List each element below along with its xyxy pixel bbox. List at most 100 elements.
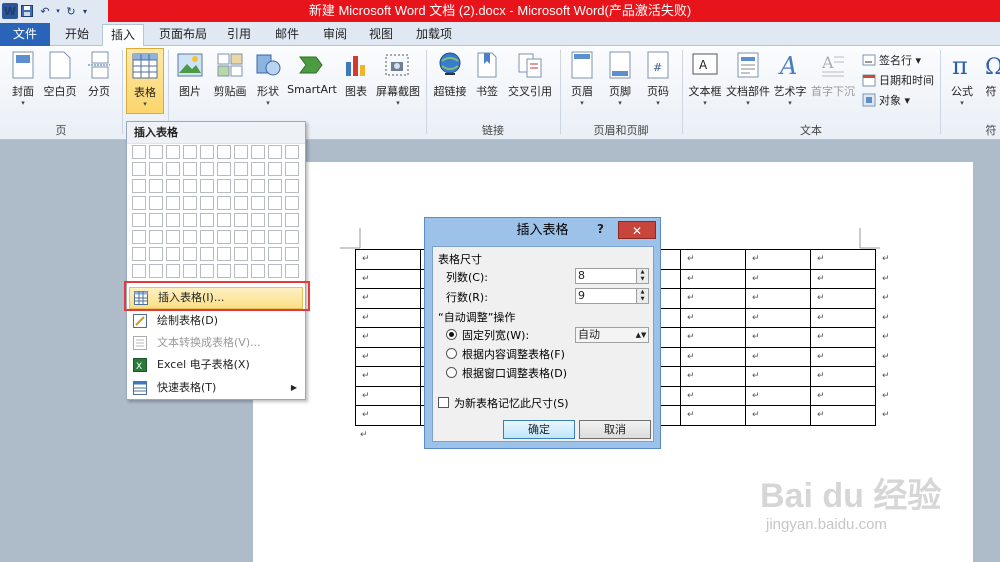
grid-cell[interactable]: [200, 230, 214, 244]
wordart-button[interactable]: A 艺术字 ▾: [772, 50, 808, 107]
symbol-button[interactable]: Ω 符: [982, 50, 1000, 99]
grid-cell[interactable]: [268, 213, 282, 227]
table-cell[interactable]: ↵: [745, 405, 811, 426]
undo-dropdown-icon[interactable]: ▾: [54, 2, 62, 20]
grid-cell[interactable]: [166, 162, 180, 176]
grid-cell[interactable]: [132, 213, 146, 227]
table-cell[interactable]: ↵: [810, 366, 876, 387]
grid-cell[interactable]: [149, 196, 163, 210]
grid-cell[interactable]: [234, 145, 248, 159]
grid-cell[interactable]: [183, 179, 197, 193]
grid-cell[interactable]: [166, 213, 180, 227]
table-cell[interactable]: ↵: [745, 366, 811, 387]
grid-cell[interactable]: [217, 179, 231, 193]
spin-arrows-icon[interactable]: ▲▼: [636, 269, 648, 283]
table-cell[interactable]: ↵: [680, 307, 746, 328]
grid-cell[interactable]: [217, 247, 231, 261]
clipart-button[interactable]: 剪贴画: [210, 50, 250, 99]
grid-cell[interactable]: [234, 247, 248, 261]
page-break-button[interactable]: 分页: [82, 50, 116, 99]
ok-button[interactable]: 确定: [503, 420, 575, 439]
help-icon[interactable]: ?: [597, 222, 604, 236]
table-cell[interactable]: ↵: [810, 327, 876, 348]
grid-cell[interactable]: [166, 247, 180, 261]
table-cell[interactable]: ↵: [810, 288, 876, 309]
grid-cell[interactable]: [149, 162, 163, 176]
grid-cell[interactable]: [183, 162, 197, 176]
grid-cell[interactable]: [149, 145, 163, 159]
grid-cell[interactable]: [217, 196, 231, 210]
table-cell[interactable]: ↵: [810, 268, 876, 289]
grid-cell[interactable]: [132, 145, 146, 159]
grid-cell[interactable]: [251, 213, 265, 227]
grid-cell[interactable]: [132, 230, 146, 244]
screenshot-button[interactable]: 屏幕截图 ▾: [374, 50, 422, 107]
tab-page-layout[interactable]: 页面布局: [150, 24, 216, 46]
tab-review[interactable]: 审阅: [314, 24, 356, 46]
grid-cell[interactable]: [234, 162, 248, 176]
tab-addins[interactable]: 加载项: [408, 24, 460, 46]
footer-button[interactable]: 页脚 ▾: [604, 50, 636, 107]
tab-references[interactable]: 引用: [218, 24, 260, 46]
equation-button[interactable]: π 公式 ▾: [946, 50, 978, 107]
grid-cell[interactable]: [251, 196, 265, 210]
bookmark-button[interactable]: 书签: [472, 50, 502, 99]
grid-cell[interactable]: [166, 230, 180, 244]
grid-cell[interactable]: [285, 264, 299, 278]
table-cell[interactable]: ↵: [745, 327, 811, 348]
grid-cell[interactable]: [217, 264, 231, 278]
grid-cell[interactable]: [200, 264, 214, 278]
table-cell[interactable]: ↵: [355, 366, 421, 387]
grid-cell[interactable]: [234, 264, 248, 278]
grid-cell[interactable]: [285, 162, 299, 176]
table-button[interactable]: 表格 ▾: [126, 48, 164, 114]
table-cell[interactable]: ↵: [355, 346, 421, 367]
hyperlink-button[interactable]: 超链接: [432, 50, 468, 99]
spin-arrows-icon[interactable]: ▲▼: [636, 289, 648, 303]
table-cell[interactable]: ↵: [745, 288, 811, 309]
grid-cell[interactable]: [200, 179, 214, 193]
grid-cell[interactable]: [149, 247, 163, 261]
dropcap-button[interactable]: A 首字下沉: [810, 50, 856, 99]
grid-cell[interactable]: [183, 196, 197, 210]
table-cell[interactable]: ↵: [810, 307, 876, 328]
tab-home[interactable]: 开始: [54, 24, 100, 46]
table-cell[interactable]: ↵: [355, 385, 421, 406]
grid-cell[interactable]: [268, 145, 282, 159]
grid-cell[interactable]: [132, 247, 146, 261]
grid-cell[interactable]: [251, 179, 265, 193]
grid-cell[interactable]: [268, 247, 282, 261]
grid-cell[interactable]: [285, 247, 299, 261]
fixed-width-combo[interactable]: 自动 ▲▼: [575, 327, 649, 343]
grid-cell[interactable]: [200, 247, 214, 261]
grid-cell[interactable]: [268, 179, 282, 193]
grid-cell[interactable]: [285, 213, 299, 227]
table-cell[interactable]: ↵: [745, 385, 811, 406]
grid-cell[interactable]: [234, 179, 248, 193]
table-cell[interactable]: ↵: [680, 405, 746, 426]
table-cell[interactable]: ↵: [745, 346, 811, 367]
table-cell[interactable]: ↵: [355, 268, 421, 289]
table-cell[interactable]: ↵: [810, 385, 876, 406]
table-cell[interactable]: ↵: [680, 385, 746, 406]
header-button[interactable]: 页眉 ▾: [566, 50, 598, 107]
radio-fixed-width[interactable]: [446, 329, 457, 340]
table-cell[interactable]: ↵: [680, 268, 746, 289]
grid-cell[interactable]: [200, 213, 214, 227]
radio-autofit-content[interactable]: [446, 348, 457, 359]
grid-cell[interactable]: [132, 162, 146, 176]
table-cell[interactable]: ↵: [680, 346, 746, 367]
picture-button[interactable]: 图片: [174, 50, 206, 99]
grid-cell[interactable]: [285, 230, 299, 244]
grid-cell[interactable]: [183, 230, 197, 244]
smartart-button[interactable]: SmartArt: [287, 50, 337, 96]
grid-cell[interactable]: [183, 264, 197, 278]
blank-page-button[interactable]: 空白页: [40, 50, 80, 99]
cover-page-button[interactable]: 封面 ▾: [6, 50, 40, 107]
customize-qat-icon[interactable]: ▾: [80, 2, 90, 20]
tab-mailings[interactable]: 邮件: [266, 24, 308, 46]
grid-cell[interactable]: [149, 179, 163, 193]
undo-icon[interactable]: ↶: [36, 2, 54, 20]
table-cell[interactable]: ↵: [355, 249, 421, 270]
spin-arrows-icon[interactable]: ▲▼: [634, 328, 648, 342]
